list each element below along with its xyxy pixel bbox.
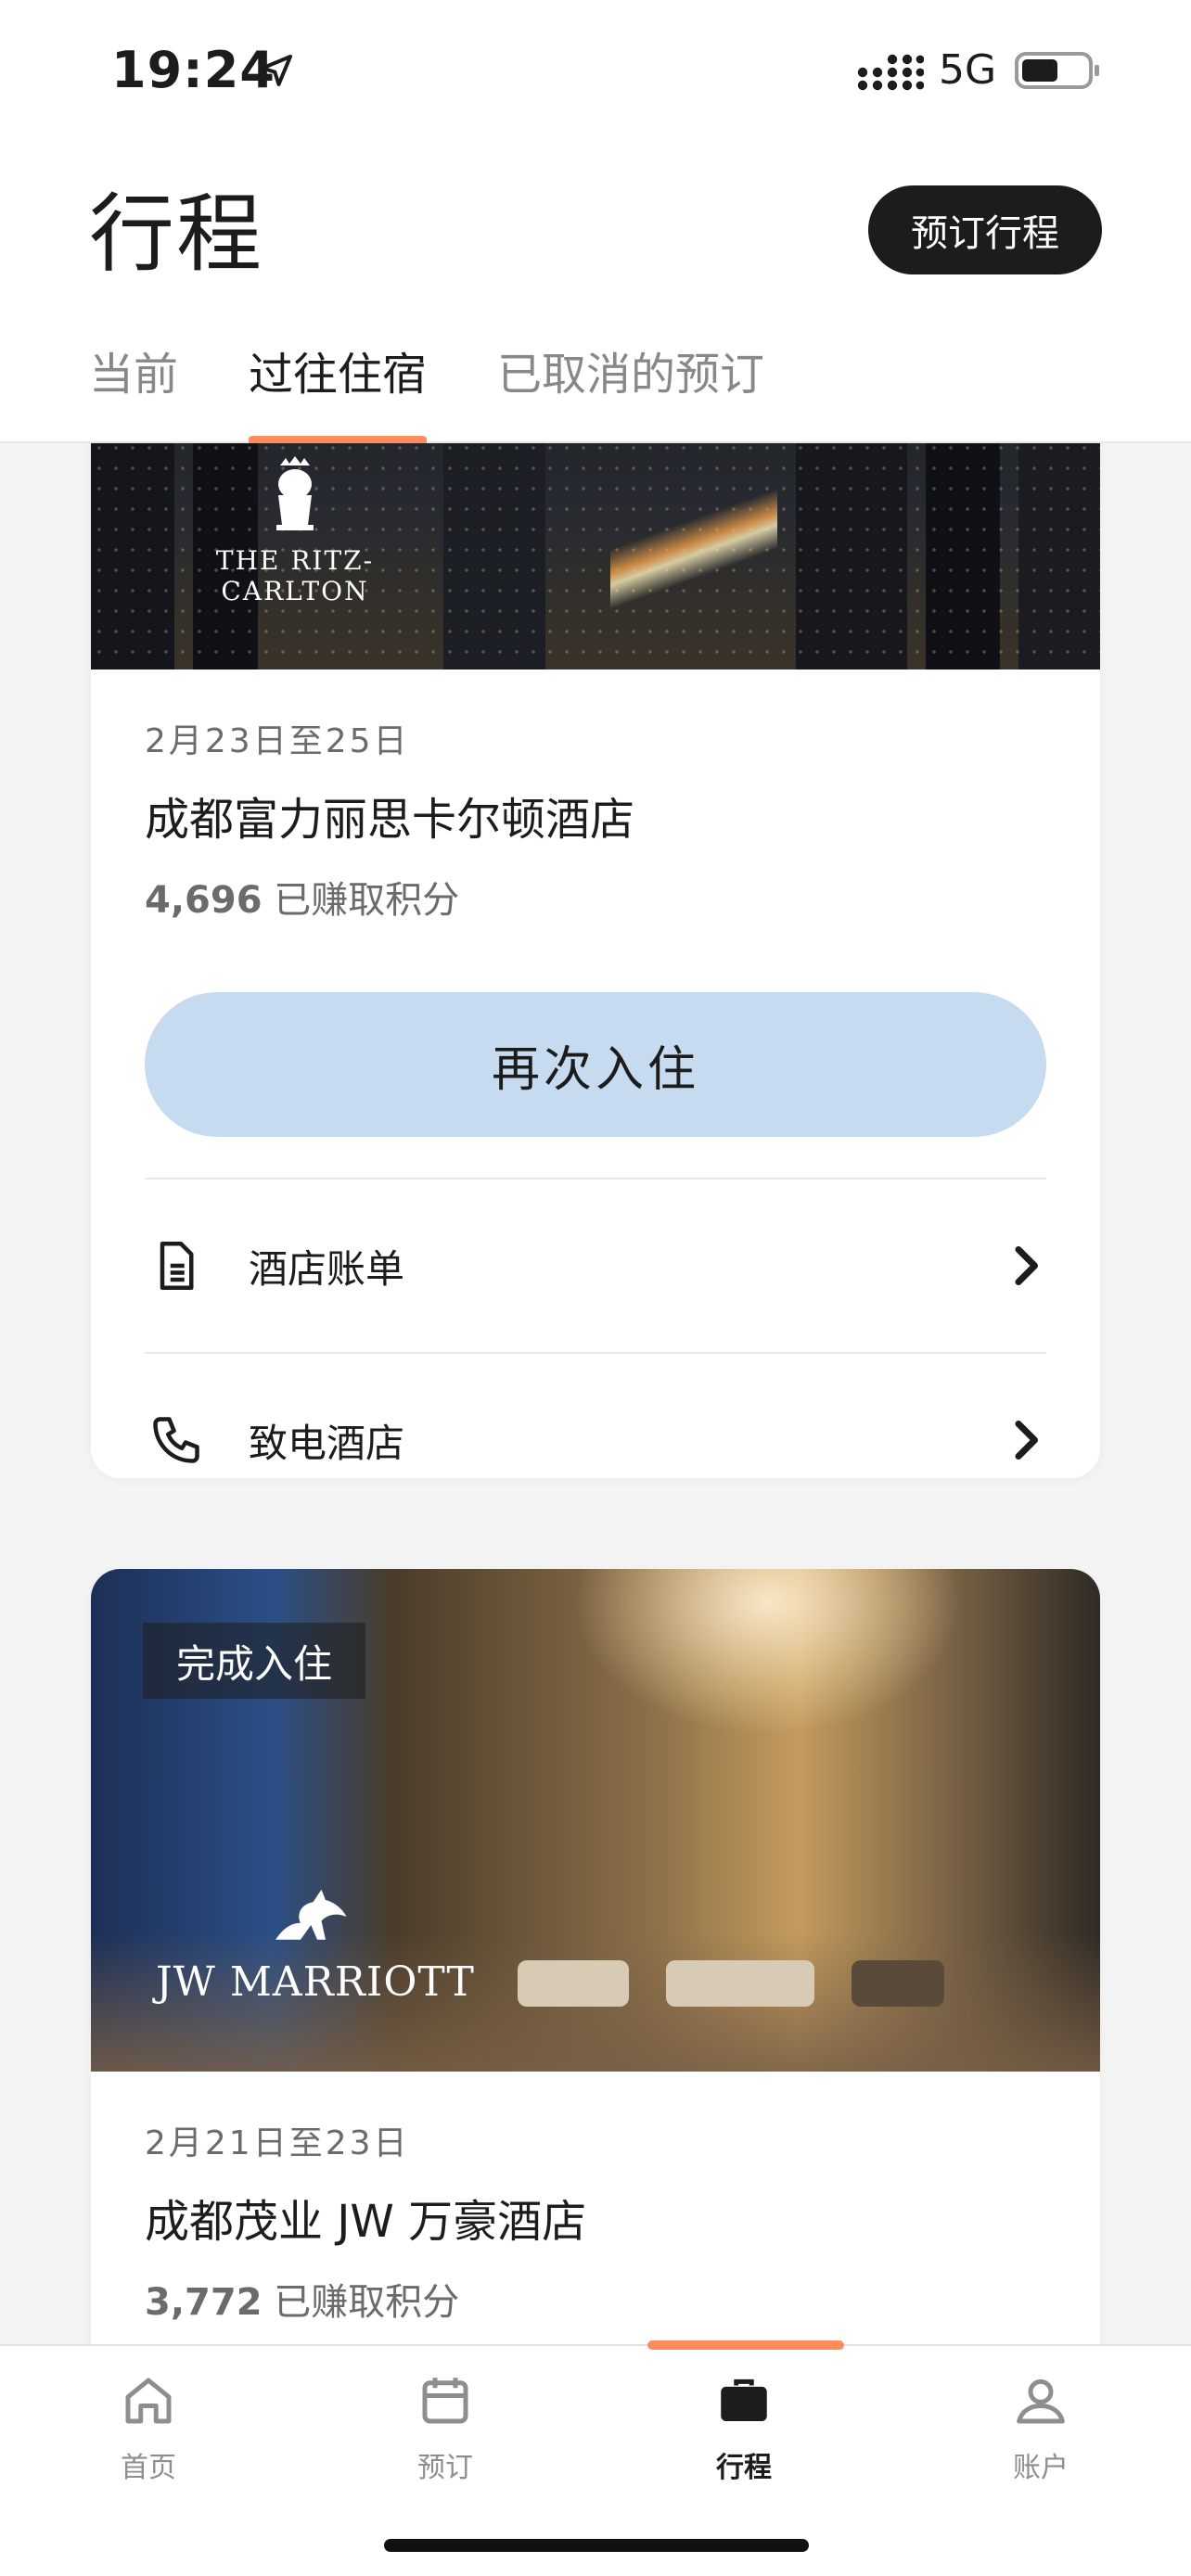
top-header: 19:24 5G 行程 预订行程 当前 过往住宿 已取消的预订 bbox=[0, 0, 1191, 443]
nav-account-label: 账户 bbox=[1013, 2452, 1069, 2484]
document-icon bbox=[160, 1242, 194, 1290]
phone-icon bbox=[153, 1417, 199, 1463]
hotel-name[interactable]: 成都茂业 JW 万豪酒店 bbox=[145, 2185, 1046, 2250]
stay-dates: 2月23日至25日 bbox=[145, 722, 410, 760]
trip-details: 2月21日至23日 成都茂业 JW 万豪酒店 3,772 已赚取积分 bbox=[91, 2116, 1100, 2326]
hotel-name[interactable]: 成都富力丽思卡尔顿酒店 bbox=[145, 783, 1046, 848]
account-icon bbox=[1017, 2378, 1065, 2424]
status-time: 19:24 bbox=[111, 41, 275, 99]
trip-card: 完成入住 JW MARRIOTT 2月21日至23日 成都茂业 JW 万豪酒店 … bbox=[91, 1569, 1100, 2404]
points-value: 4,696 bbox=[145, 879, 263, 922]
tab-cancelled[interactable]: 已取消的预订 bbox=[497, 341, 764, 443]
ritz-carlton-wordmark: THE RITZ-CARLTON bbox=[215, 545, 375, 606]
calendar-icon bbox=[422, 2378, 468, 2424]
chandelier bbox=[573, 1569, 963, 1736]
chevron-right-icon bbox=[1015, 1246, 1038, 1285]
home-indicator[interactable] bbox=[384, 2539, 809, 2552]
status-badge: 完成入住 bbox=[143, 1623, 366, 1699]
lobby-sofa bbox=[666, 1960, 814, 2007]
hotel-bill-label: 酒店账单 bbox=[249, 1245, 405, 1292]
hotel-photo[interactable]: 完成入住 JW MARRIOTT bbox=[91, 1569, 1100, 2072]
points-earned: 3,772 已赚取积分 bbox=[145, 2272, 1046, 2326]
page-title: 行程 bbox=[89, 185, 264, 284]
trip-tabs: 当前 过往住宿 已取消的预订 bbox=[89, 341, 764, 443]
location-arrow-icon bbox=[261, 55, 292, 86]
points-earned: 4,696 已赚取积分 bbox=[145, 870, 1046, 924]
briefcase-icon bbox=[721, 2378, 767, 2421]
nav-home[interactable]: 首页 bbox=[65, 2346, 232, 2485]
call-hotel-label: 致电酒店 bbox=[249, 1420, 405, 1466]
rebook-button[interactable]: 再次入住 bbox=[145, 992, 1046, 1137]
nav-trips-label: 行程 bbox=[716, 2452, 772, 2484]
tab-past-stays[interactable]: 过往住宿 bbox=[249, 341, 428, 443]
lobby-sofa bbox=[518, 1960, 629, 2007]
lobby-sofa bbox=[852, 1960, 944, 2007]
nav-home-label: 首页 bbox=[121, 2452, 176, 2484]
nav-reserve-label: 预订 bbox=[417, 2452, 473, 2484]
griffin-icon bbox=[275, 1889, 347, 1940]
nav-trips[interactable]: 行程 bbox=[660, 2346, 827, 2485]
city-road bbox=[610, 428, 777, 670]
nav-reserve[interactable]: 预订 bbox=[362, 2346, 529, 2485]
battery-icon bbox=[1015, 52, 1099, 89]
trips-page: 19:24 5G 行程 预订行程 当前 过往住宿 已取消的预订 THE RITZ… bbox=[0, 0, 1191, 2576]
points-value: 3,772 bbox=[145, 2281, 263, 2324]
book-trip-button[interactable]: 预订行程 bbox=[868, 185, 1102, 274]
signal-icon bbox=[857, 54, 924, 91]
network-type: 5G bbox=[939, 46, 997, 94]
nav-account[interactable]: 账户 bbox=[957, 2346, 1124, 2485]
ritz-carlton-logo: THE RITZ-CARLTON bbox=[156, 454, 434, 606]
chevron-right-icon bbox=[1015, 1421, 1038, 1460]
home-icon bbox=[125, 2378, 172, 2424]
jw-marriott-wordmark: JW MARRIOTT bbox=[156, 1958, 475, 2006]
points-label: 已赚取积分 bbox=[274, 879, 460, 922]
jw-marriott-logo: JW MARRIOTT bbox=[156, 1884, 475, 2006]
trip-details: 2月23日至25日 成都富力丽思卡尔顿酒店 4,696 已赚取积分 再次入住 酒… bbox=[91, 714, 1100, 1478]
call-hotel-row[interactable]: 致电酒店 bbox=[145, 1354, 1046, 1478]
trip-card: THE RITZ-CARLTON 2月23日至25日 成都富力丽思卡尔顿酒店 4… bbox=[91, 315, 1100, 1478]
stay-dates: 2月21日至23日 bbox=[145, 2124, 410, 2162]
lion-crest-icon bbox=[276, 456, 314, 530]
hotel-bill-row[interactable]: 酒店账单 bbox=[145, 1180, 1046, 1352]
tab-current[interactable]: 当前 bbox=[89, 341, 178, 443]
points-label: 已赚取积分 bbox=[274, 2281, 460, 2324]
